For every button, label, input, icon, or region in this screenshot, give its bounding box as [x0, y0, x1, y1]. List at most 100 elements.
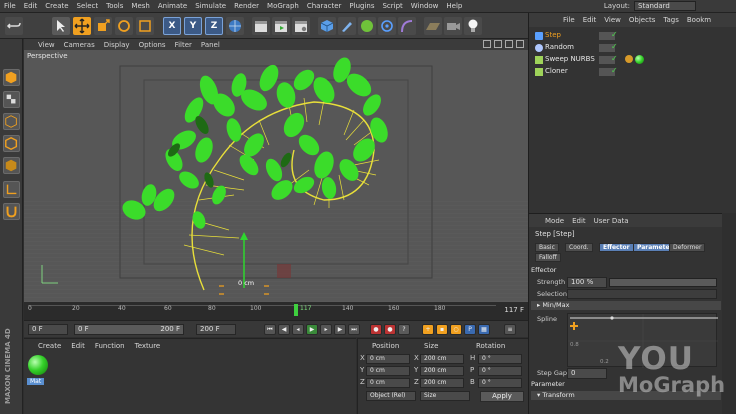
object-row-cloner[interactable]: Cloner ✓ — [533, 66, 729, 77]
material-menu-texture[interactable]: Texture — [135, 342, 161, 350]
menu-create[interactable]: Create — [45, 2, 68, 10]
menu-edit[interactable]: Edit — [24, 2, 38, 10]
obj-menu-bookmarks[interactable]: Bookm — [687, 16, 711, 24]
y-axis-toggle[interactable]: Y — [184, 17, 202, 35]
object-row-random[interactable]: Random ✓ — [533, 42, 729, 53]
move-tool-button[interactable] — [73, 17, 91, 35]
material-name-label[interactable]: Mat — [27, 378, 45, 385]
light-button[interactable] — [464, 17, 482, 35]
current-frame-field[interactable]: 0 F — [28, 324, 68, 335]
next-key-button[interactable]: ▶ — [334, 324, 346, 335]
enabled-check[interactable]: ✓ — [611, 54, 618, 63]
material-menu-function[interactable]: Function — [95, 342, 125, 350]
preview-range-slider[interactable]: 0 F 200 F — [74, 324, 184, 335]
orbit-icon[interactable] — [505, 40, 513, 48]
tab-basic[interactable]: Basic — [535, 243, 559, 252]
axis-mode-button[interactable] — [3, 181, 20, 198]
z-axis-toggle[interactable]: Z — [205, 17, 223, 35]
menu-script[interactable]: Script — [382, 2, 402, 10]
viewport-menu-cameras[interactable]: Cameras — [64, 41, 95, 49]
rotate-tool-button[interactable] — [115, 17, 133, 35]
menu-mesh[interactable]: Mesh — [131, 2, 149, 10]
viewport-menu-options[interactable]: Options — [139, 41, 166, 49]
next-frame-button[interactable]: ▸ — [320, 324, 332, 335]
viewport-menu-filter[interactable]: Filter — [175, 41, 192, 49]
viewport-menu-view[interactable]: View — [38, 41, 55, 49]
cube-object-button[interactable] — [318, 17, 336, 35]
viewport-menu-display[interactable]: Display — [104, 41, 130, 49]
size-mode-dropdown[interactable]: Size — [420, 391, 470, 401]
recent-tools-button[interactable] — [136, 17, 154, 35]
rotation-h-field[interactable]: 0 ° — [478, 354, 522, 364]
key-pla-button[interactable]: ▦ — [478, 324, 490, 335]
object-row-step[interactable]: Step ✓ — [533, 30, 729, 41]
enabled-check[interactable]: ✓ — [611, 66, 618, 75]
obj-menu-edit[interactable]: Edit — [583, 16, 597, 24]
position-y-field[interactable]: 0 cm — [366, 366, 410, 376]
play-button[interactable]: ▶ — [306, 324, 318, 335]
timeline-menu-button[interactable]: ≡ — [504, 324, 516, 335]
material-preview-ball[interactable] — [28, 355, 48, 375]
menu-simulate[interactable]: Simulate — [195, 2, 226, 10]
key-param-button[interactable]: P — [464, 324, 476, 335]
menu-select[interactable]: Select — [77, 2, 99, 10]
array-button[interactable] — [378, 17, 396, 35]
menu-file[interactable]: File — [4, 2, 16, 10]
selection-field[interactable] — [567, 289, 717, 299]
floor-button[interactable] — [424, 17, 442, 35]
perspective-viewport[interactable]: Perspective 0 cm — [24, 50, 528, 302]
scale-tool-button[interactable] — [94, 17, 112, 35]
phong-tag-icon[interactable] — [625, 55, 633, 63]
rotation-b-field[interactable]: 0 ° — [478, 378, 522, 388]
menu-window[interactable]: Window — [411, 2, 439, 10]
menu-character[interactable]: Character — [307, 2, 342, 10]
prev-key-button[interactable]: ◀ — [278, 324, 290, 335]
record-button[interactable]: ● — [370, 324, 382, 335]
maximize-icon[interactable] — [516, 40, 524, 48]
size-z-field[interactable]: 200 cm — [420, 378, 464, 388]
points-mode-button[interactable] — [3, 113, 20, 130]
key-position-button[interactable]: + — [422, 324, 434, 335]
layout-dropdown[interactable]: Standard — [634, 1, 696, 11]
minmax-group[interactable]: ▸ Min/Max — [531, 301, 721, 310]
menu-animate[interactable]: Animate — [158, 2, 187, 10]
size-x-field[interactable]: 200 cm — [420, 354, 464, 364]
attr-menu-mode[interactable]: Mode — [545, 217, 564, 225]
render-picture-viewer-button[interactable] — [272, 17, 290, 35]
obj-menu-view[interactable]: View — [604, 16, 621, 24]
polygons-mode-button[interactable] — [3, 157, 20, 174]
snap-button[interactable] — [3, 203, 20, 220]
coordinate-system-button[interactable] — [226, 17, 244, 35]
apply-button[interactable]: Apply — [480, 391, 524, 402]
menu-tools[interactable]: Tools — [106, 2, 123, 10]
menu-plugins[interactable]: Plugins — [349, 2, 374, 10]
material-tag-icon[interactable] — [635, 55, 644, 64]
object-row-sweep-nurbs[interactable]: Sweep NURBS ✓ — [533, 54, 729, 65]
texture-mode-button[interactable] — [3, 91, 20, 108]
viewport-menu-panel[interactable]: Panel — [201, 41, 220, 49]
prev-frame-button[interactable]: ◂ — [292, 324, 304, 335]
position-z-field[interactable]: 0 cm — [366, 378, 410, 388]
tab-effector[interactable]: Effector — [599, 243, 634, 252]
obj-menu-tags[interactable]: Tags — [663, 16, 679, 24]
x-axis-handle[interactable] — [277, 264, 291, 278]
goto-end-button[interactable]: ⏭ — [348, 324, 360, 335]
x-axis-toggle[interactable]: X — [163, 17, 181, 35]
autokey-button[interactable]: ● — [384, 324, 396, 335]
position-x-field[interactable]: 0 cm — [366, 354, 410, 364]
menu-mograph[interactable]: MoGraph — [267, 2, 299, 10]
deformer-button[interactable] — [398, 17, 416, 35]
obj-menu-file[interactable]: File — [563, 16, 575, 24]
menu-render[interactable]: Render — [234, 2, 259, 10]
strength-field[interactable]: 100 % — [567, 277, 607, 288]
max-frame-field[interactable]: 200 F — [196, 324, 236, 335]
rotation-p-field[interactable]: 0 ° — [478, 366, 522, 376]
goto-start-button[interactable]: ⏮ — [264, 324, 276, 335]
tab-deformer[interactable]: Deformer — [669, 243, 706, 252]
enabled-check[interactable]: ✓ — [611, 42, 618, 51]
enabled-check[interactable]: ✓ — [611, 30, 618, 39]
key-rotation-button[interactable]: ○ — [450, 324, 462, 335]
attr-menu-user-data[interactable]: User Data — [594, 217, 629, 225]
menu-help[interactable]: Help — [446, 2, 462, 10]
render-view-button[interactable] — [252, 17, 270, 35]
